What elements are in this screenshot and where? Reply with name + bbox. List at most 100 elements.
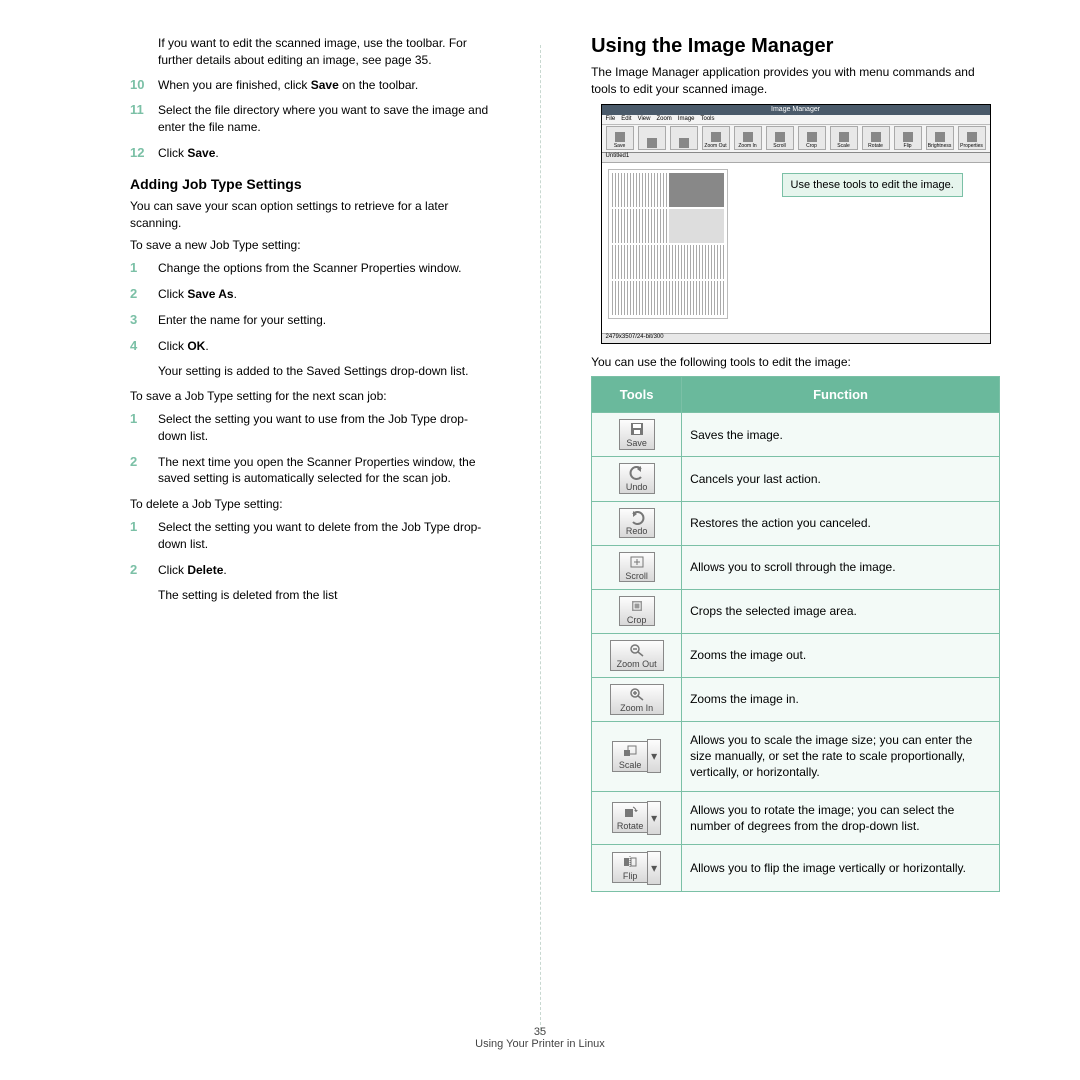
tool-dropdown: Rotate▾ xyxy=(612,801,661,835)
page-footer: 35 Using Your Printer in Linux xyxy=(0,1026,1080,1050)
delete-step-2: 2 Click Delete. xyxy=(130,562,495,579)
body-text: To delete a Job Type setting: xyxy=(130,496,495,513)
scale-icon: Scale xyxy=(612,741,648,772)
th-function: Function xyxy=(682,377,1000,413)
section-title: Using Your Printer in Linux xyxy=(0,1038,1080,1050)
tool-icon-cell: Zoom In xyxy=(592,677,682,721)
step-number: 10 xyxy=(130,77,158,92)
tool-icon-cell: Rotate▾ xyxy=(592,791,682,844)
save-step-4: 4 Click OK. xyxy=(130,338,495,355)
step-10: 10 When you are finished, click Save on … xyxy=(130,77,495,94)
tool-function: Zooms the image in. xyxy=(682,677,1000,721)
tool-icon-cell: Flip▾ xyxy=(592,844,682,891)
table-row: Scroll Allows you to scroll through the i… xyxy=(592,545,1000,589)
tool-icon-cell: Save xyxy=(592,413,682,457)
tools-table: Tools Function Save Saves the image. Undo C… xyxy=(591,376,1000,891)
toolbar-zoom-in: Zoom In xyxy=(734,126,762,150)
step-12: 12 Click Save. xyxy=(130,145,495,162)
th-tools: Tools xyxy=(592,377,682,413)
table-intro: You can use the following tools to edit … xyxy=(591,354,1000,371)
toolbar-brightness: Brightness xyxy=(926,126,954,150)
table-row: Rotate▾ Allows you to rotate the image; y… xyxy=(592,791,1000,844)
tool-icon-cell: Crop xyxy=(592,589,682,633)
redo-icon: Redo xyxy=(619,508,655,539)
tool-dropdown: Scale▾ xyxy=(612,739,661,773)
body-text: To save a Job Type setting for the next … xyxy=(130,388,495,405)
tool-dropdown: Flip▾ xyxy=(612,851,661,885)
window-titlebar: Image Manager xyxy=(602,105,990,115)
toolbar: Save Zoom Out Zoom In Scroll Crop Scale … xyxy=(602,125,990,153)
tool-function: Zooms the image out. xyxy=(682,633,1000,677)
menu-bar: File Edit View Zoom Image Tools xyxy=(602,115,990,125)
delete-step-1: 1 Select the setting you want to delete … xyxy=(130,519,495,553)
tool-function: Allows you to scale the image size; you … xyxy=(682,721,1000,791)
step-number: 12 xyxy=(130,145,158,160)
intro-text: If you want to edit the scanned image, u… xyxy=(158,35,495,69)
undo-icon: Undo xyxy=(619,463,655,494)
toolbar-redo xyxy=(670,126,698,150)
toolbar-undo xyxy=(638,126,666,150)
save-step-2: 2 Click Save As. xyxy=(130,286,495,303)
table-row: Redo Restores the action you canceled. xyxy=(592,501,1000,545)
table-row: Undo Cancels your last action. xyxy=(592,457,1000,501)
toolbar-rotate: Rotate xyxy=(862,126,890,150)
zoom in-icon: Zoom In xyxy=(610,684,664,715)
heading-adding-job-type: Adding Job Type Settings xyxy=(130,176,495,192)
toolbar-flip: Flip xyxy=(894,126,922,150)
tool-function: Saves the image. xyxy=(682,413,1000,457)
use-step-2: 2 The next time you open the Scanner Pro… xyxy=(130,454,495,488)
table-row: Zoom In Zooms the image in. xyxy=(592,677,1000,721)
sub-note: The setting is deleted from the list xyxy=(158,587,495,604)
status-bar: 2479x3507/24-bit/300 xyxy=(602,333,990,343)
tool-function: Allows you to rotate the image; you can … xyxy=(682,791,1000,844)
right-column: Using the Image Manager The Image Manage… xyxy=(541,35,1040,1035)
tool-function: Restores the action you canceled. xyxy=(682,501,1000,545)
tool-function: Allows you to flip the image vertically … xyxy=(682,844,1000,891)
dropdown-arrow-icon: ▾ xyxy=(647,801,661,835)
body-text: You can save your scan option settings t… xyxy=(130,198,495,232)
table-row: Zoom Out Zooms the image out. xyxy=(592,633,1000,677)
table-row: Scale▾ Allows you to scale the image size… xyxy=(592,721,1000,791)
scanned-thumbnail xyxy=(608,169,728,319)
toolbar-save: Save xyxy=(606,126,634,150)
table-row: Flip▾ Allows you to flip the image vertic… xyxy=(592,844,1000,891)
step-text: When you are finished, click Save on the… xyxy=(158,77,495,94)
toolbar-properties: Properties xyxy=(958,126,986,150)
save-step-3: 3 Enter the name for your setting. xyxy=(130,312,495,329)
dropdown-arrow-icon: ▾ xyxy=(647,851,661,885)
page-content: If you want to edit the scanned image, u… xyxy=(40,35,1040,1035)
toolbar-scale: Scale xyxy=(830,126,858,150)
sub-note: Your setting is added to the Saved Setti… xyxy=(158,363,495,380)
left-column: If you want to edit the scanned image, u… xyxy=(40,35,540,1035)
save-icon: Save xyxy=(619,419,655,450)
dropdown-arrow-icon: ▾ xyxy=(647,739,661,773)
tool-icon-cell: Scale▾ xyxy=(592,721,682,791)
save-step-1: 1 Change the options from the Scanner Pr… xyxy=(130,260,495,277)
image-manager-screenshot: Image Manager File Edit View Zoom Image … xyxy=(601,104,991,344)
tool-function: Cancels your last action. xyxy=(682,457,1000,501)
tool-icon-cell: Redo xyxy=(592,501,682,545)
crop-icon: Crop xyxy=(619,596,655,627)
step-text: Select the file directory where you want… xyxy=(158,102,495,136)
tool-icon-cell: Zoom Out xyxy=(592,633,682,677)
table-row: Crop Crops the selected image area. xyxy=(592,589,1000,633)
intro-text: The Image Manager application provides y… xyxy=(591,64,1000,98)
scroll-icon: Scroll xyxy=(619,552,655,583)
zoom out-icon: Zoom Out xyxy=(610,640,664,671)
toolbar-crop: Crop xyxy=(798,126,826,150)
use-step-1: 1 Select the setting you want to use fro… xyxy=(130,411,495,445)
body-text: To save a new Job Type setting: xyxy=(130,237,495,254)
page-number: 35 xyxy=(0,1026,1080,1038)
tool-function: Crops the selected image area. xyxy=(682,589,1000,633)
heading-image-manager: Using the Image Manager xyxy=(591,35,1000,58)
tool-function: Allows you to scroll through the image. xyxy=(682,545,1000,589)
table-row: Save Saves the image. xyxy=(592,413,1000,457)
tool-icon-cell: Scroll xyxy=(592,545,682,589)
toolbar-zoom-out: Zoom Out xyxy=(702,126,730,150)
rotate-icon: Rotate xyxy=(612,802,648,833)
toolbar-scroll: Scroll xyxy=(766,126,794,150)
step-11: 11 Select the file directory where you w… xyxy=(130,102,495,136)
tool-icon-cell: Undo xyxy=(592,457,682,501)
step-number: 11 xyxy=(130,102,158,117)
step-text: Click Save. xyxy=(158,145,495,162)
